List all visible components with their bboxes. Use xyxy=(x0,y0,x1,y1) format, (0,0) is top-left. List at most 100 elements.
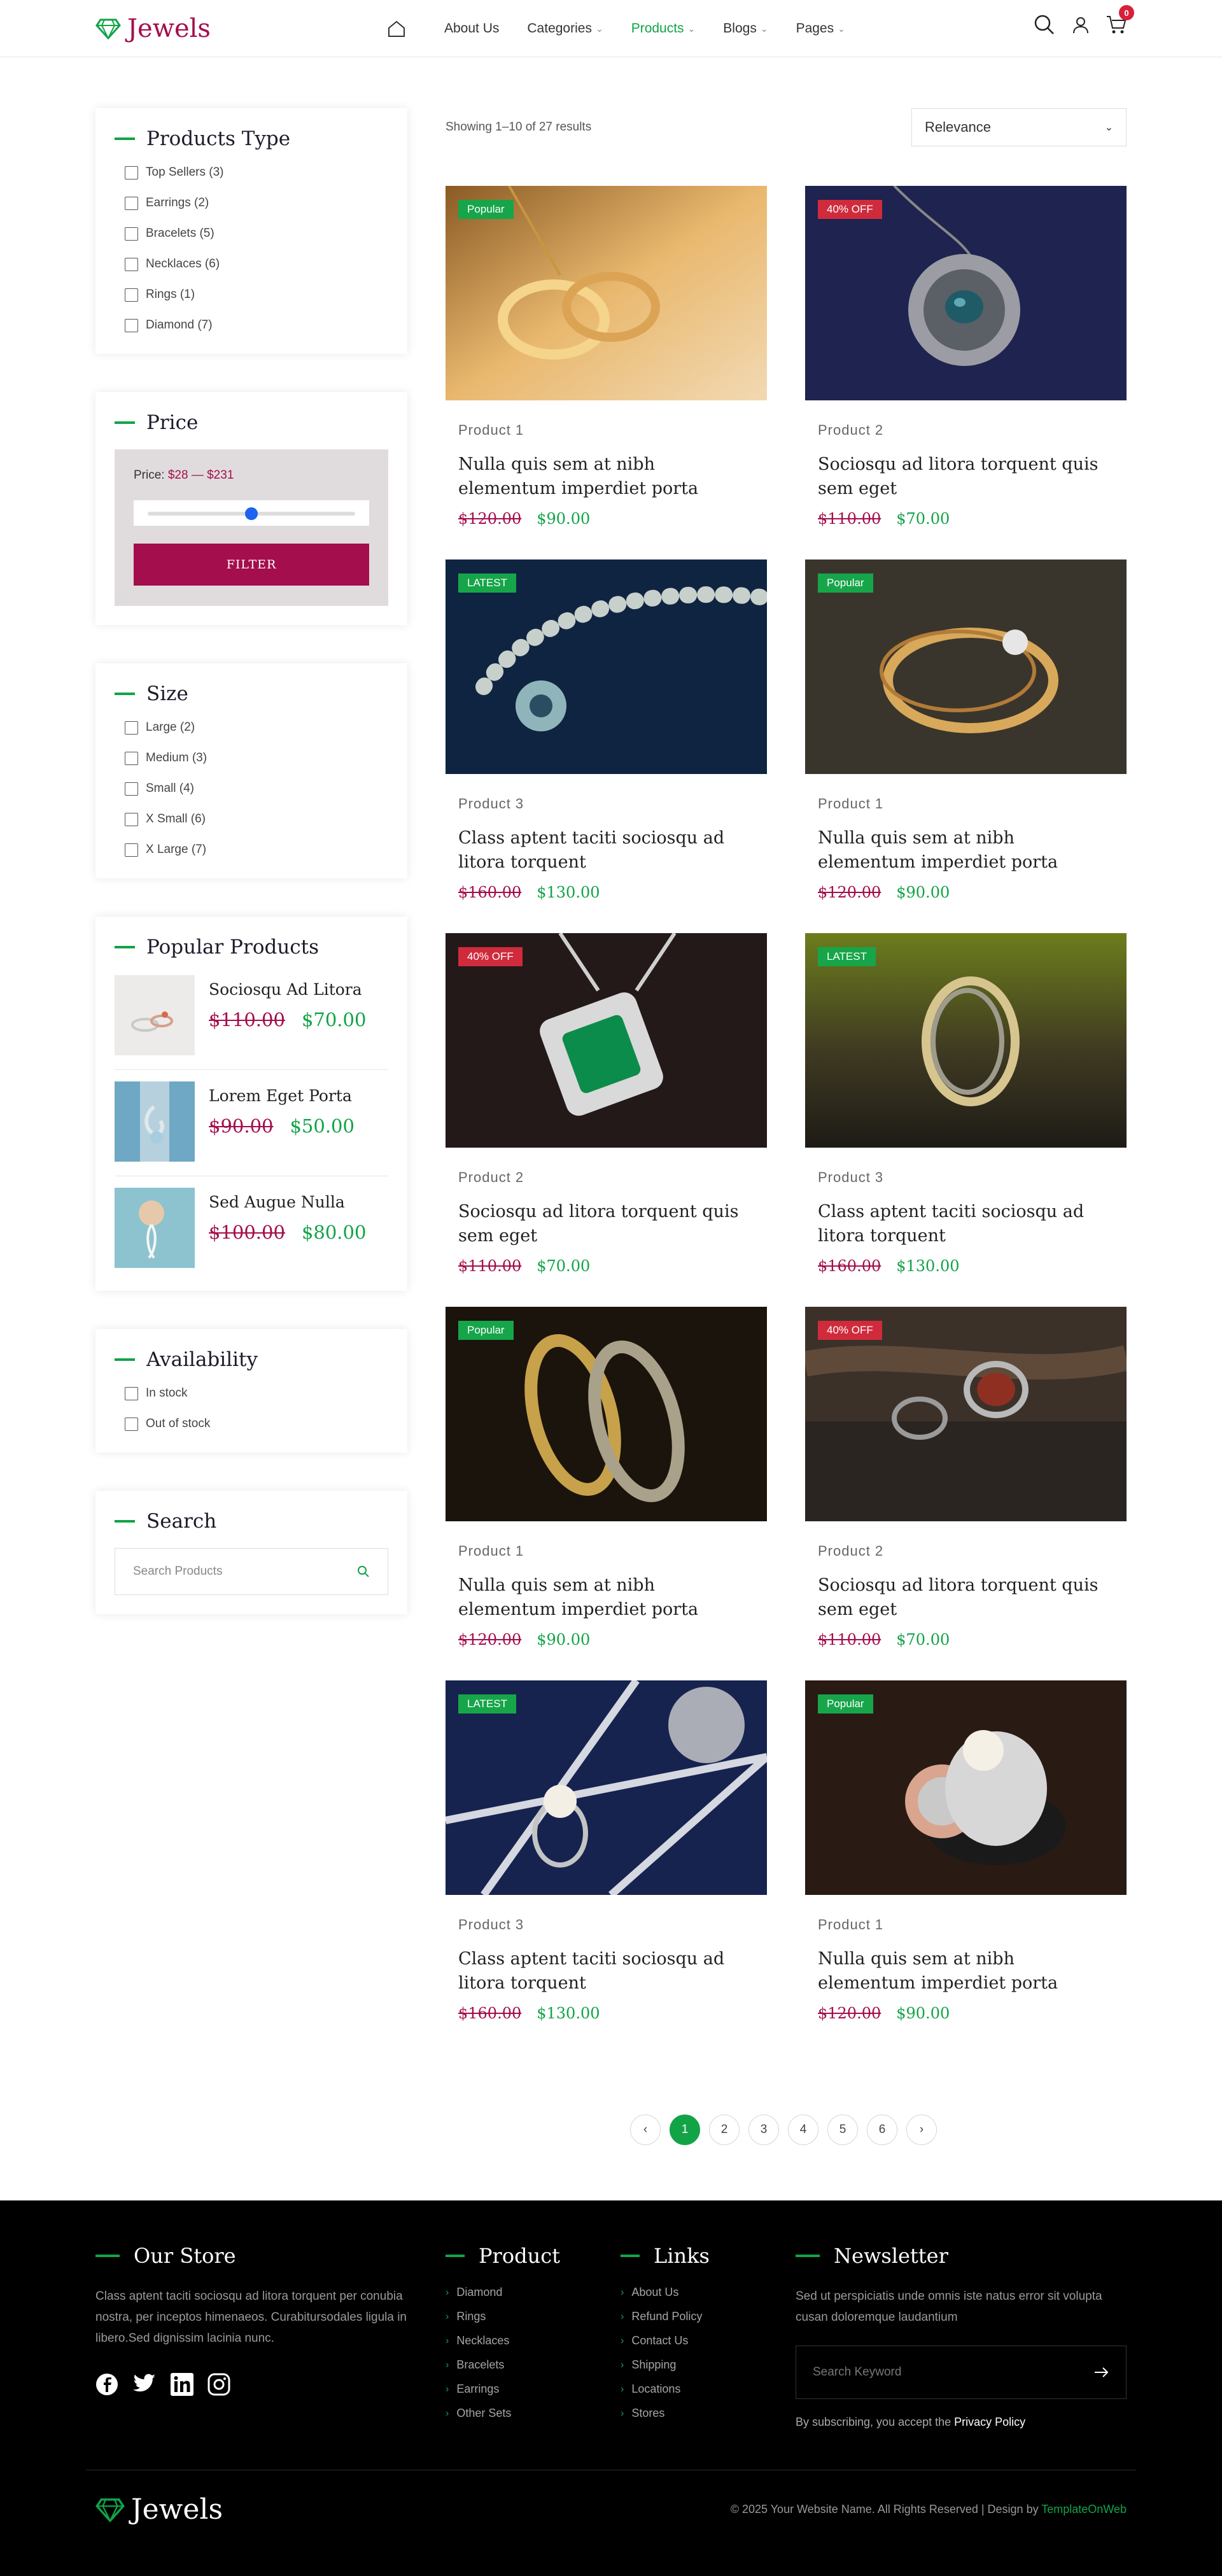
next-page-button[interactable]: › xyxy=(906,2115,937,2145)
newsletter-email-input[interactable]: Search Keyword xyxy=(796,2346,1127,2399)
popular-product[interactable]: Sed Augue Nulla $100.00 $80.00 xyxy=(115,1176,388,1282)
product-thumbnail[interactable] xyxy=(115,1188,195,1268)
checkbox[interactable] xyxy=(125,812,138,826)
footer-link[interactable]: › Other Sets xyxy=(446,2407,560,2420)
checkbox[interactable] xyxy=(125,196,138,210)
search-icon[interactable] xyxy=(357,1565,370,1578)
product-title[interactable]: Nulla quis sem at nibh elementum imperdi… xyxy=(818,1947,1114,1995)
page-4[interactable]: 4 xyxy=(788,2115,818,2145)
brand-logo[interactable]: Jewels xyxy=(95,14,211,43)
twitter-icon[interactable] xyxy=(132,2373,157,2395)
checkbox[interactable] xyxy=(125,318,138,332)
checkbox[interactable] xyxy=(125,751,138,765)
slider-thumb[interactable] xyxy=(245,507,258,520)
footer-link[interactable]: › About Us xyxy=(621,2286,710,2299)
product-image[interactable]: LATEST xyxy=(446,560,767,774)
product-card[interactable]: LATEST Product 3 Class aptent taciti soc… xyxy=(805,933,1127,1275)
checkbox[interactable] xyxy=(125,782,138,796)
product-image[interactable]: Popular xyxy=(805,1680,1127,1895)
footer-link[interactable]: › Contact Us xyxy=(621,2334,710,2347)
prev-page-button[interactable]: ‹ xyxy=(630,2115,661,2145)
checkbox[interactable] xyxy=(125,721,138,735)
product-name[interactable]: Sed Augue Nulla xyxy=(209,1193,366,1211)
product-title[interactable]: Nulla quis sem at nibh elementum imperdi… xyxy=(818,826,1114,875)
instagram-icon[interactable] xyxy=(207,2373,230,2396)
facebook-icon[interactable] xyxy=(95,2373,118,2396)
checkbox-bracelets[interactable]: Bracelets (5) xyxy=(125,227,388,241)
checkbox[interactable] xyxy=(125,1386,138,1400)
product-title[interactable]: Sociosqu ad litora torquent quis sem ege… xyxy=(818,1573,1114,1622)
checkbox[interactable] xyxy=(125,257,138,271)
product-image[interactable]: 40% OFF xyxy=(805,1307,1127,1521)
footer-link[interactable]: › Stores xyxy=(621,2407,710,2420)
cart-icon[interactable]: 0 xyxy=(1106,5,1134,34)
arrow-right-icon[interactable] xyxy=(1094,2367,1109,2378)
checkbox-in-stock[interactable]: In stock xyxy=(125,1386,388,1400)
popular-product[interactable]: Lorem Eget Porta $90.00 $50.00 xyxy=(115,1070,388,1176)
product-image[interactable]: Popular xyxy=(446,1307,767,1521)
product-card[interactable]: 40% OFF Product 2 Sociosqu ad litora tor… xyxy=(446,933,767,1275)
product-thumbnail[interactable] xyxy=(115,1081,195,1162)
checkbox-diamond[interactable]: Diamond (7) xyxy=(125,318,388,332)
checkbox-top-sellers[interactable]: Top Sellers (3) xyxy=(125,165,388,179)
product-card[interactable]: Popular Product 1 Nulla quis sem at nibh… xyxy=(805,1680,1127,2022)
nav-blogs[interactable]: Blogs ⌄ xyxy=(723,21,768,36)
product-title[interactable]: Nulla quis sem at nibh elementum imperdi… xyxy=(458,453,754,501)
sort-select[interactable]: Relevance ⌄ xyxy=(911,108,1127,146)
product-title[interactable]: Sociosqu ad litora torquent quis sem ege… xyxy=(818,453,1114,501)
checkbox-earrings[interactable]: Earrings (2) xyxy=(125,196,388,210)
filter-button[interactable]: FILTER xyxy=(134,544,369,586)
product-card[interactable]: 40% OFF Product 2 Sociosqu ad litora tor… xyxy=(805,186,1127,528)
footer-link[interactable]: › Bracelets xyxy=(446,2358,560,2372)
footer-link[interactable]: › Shipping xyxy=(621,2358,710,2372)
product-card[interactable]: LATEST Product 3 Class aptent taciti soc… xyxy=(446,560,767,901)
price-slider[interactable] xyxy=(134,500,369,526)
product-image[interactable]: 40% OFF xyxy=(446,933,767,1148)
checkbox[interactable] xyxy=(125,227,138,241)
product-card[interactable]: Popular Product 1 Nulla quis sem at nibh… xyxy=(805,560,1127,901)
nav-products[interactable]: Products ⌄ xyxy=(631,21,696,36)
popular-product[interactable]: Sociosqu Ad Litora $110.00 $70.00 xyxy=(115,964,388,1070)
checkbox[interactable] xyxy=(125,843,138,857)
footer-brand-logo[interactable]: Jewels xyxy=(95,2493,223,2526)
footer-link[interactable]: › Locations xyxy=(621,2382,710,2396)
product-name[interactable]: Lorem Eget Porta xyxy=(209,1087,355,1105)
checkbox-medium[interactable]: Medium (3) xyxy=(125,751,388,765)
checkbox-rings[interactable]: Rings (1) xyxy=(125,288,388,302)
product-thumbnail[interactable] xyxy=(115,975,195,1055)
product-title[interactable]: Sociosqu ad litora torquent quis sem ege… xyxy=(458,1200,754,1248)
footer-link[interactable]: › Diamond xyxy=(446,2286,560,2299)
search-icon[interactable] xyxy=(1034,14,1055,36)
product-title[interactable]: Nulla quis sem at nibh elementum imperdi… xyxy=(458,1573,754,1622)
product-image[interactable]: Popular xyxy=(446,186,767,400)
page-5[interactable]: 5 xyxy=(827,2115,858,2145)
product-card[interactable]: Popular Product 1 Nulla quis sem at nibh… xyxy=(446,1307,767,1649)
checkbox-large[interactable]: Large (2) xyxy=(125,721,388,735)
page-1[interactable]: 1 xyxy=(670,2115,700,2145)
checkbox[interactable] xyxy=(125,288,138,302)
checkbox-out-of-stock[interactable]: Out of stock xyxy=(125,1417,388,1431)
privacy-policy-link[interactable]: Privacy Policy xyxy=(954,2416,1025,2428)
checkbox-x-small[interactable]: X Small (6) xyxy=(125,812,388,826)
designer-link[interactable]: TemplateOnWeb xyxy=(1041,2503,1127,2516)
product-title[interactable]: Class aptent taciti sociosqu ad litora t… xyxy=(818,1200,1114,1248)
footer-link[interactable]: › Necklaces xyxy=(446,2334,560,2347)
product-image[interactable]: Popular xyxy=(805,560,1127,774)
product-title[interactable]: Class aptent taciti sociosqu ad litora t… xyxy=(458,826,754,875)
page-6[interactable]: 6 xyxy=(867,2115,897,2145)
footer-link[interactable]: › Earrings xyxy=(446,2382,560,2396)
page-2[interactable]: 2 xyxy=(709,2115,740,2145)
page-3[interactable]: 3 xyxy=(748,2115,779,2145)
footer-link[interactable]: › Rings xyxy=(446,2310,560,2323)
nav-categories[interactable]: Categories ⌄ xyxy=(527,21,603,36)
checkbox-necklaces[interactable]: Necklaces (6) xyxy=(125,257,388,271)
footer-link[interactable]: › Refund Policy xyxy=(621,2310,710,2323)
product-name[interactable]: Sociosqu Ad Litora xyxy=(209,980,366,999)
product-image[interactable]: LATEST xyxy=(805,933,1127,1148)
checkbox[interactable] xyxy=(125,165,138,179)
product-card[interactable]: Popular Product 1 Nulla quis sem at nibh… xyxy=(446,186,767,528)
search-input[interactable]: Search Products xyxy=(115,1548,388,1595)
checkbox-x-large[interactable]: X Large (7) xyxy=(125,843,388,857)
home-icon[interactable] xyxy=(387,20,406,38)
product-image[interactable]: 40% OFF xyxy=(805,186,1127,400)
